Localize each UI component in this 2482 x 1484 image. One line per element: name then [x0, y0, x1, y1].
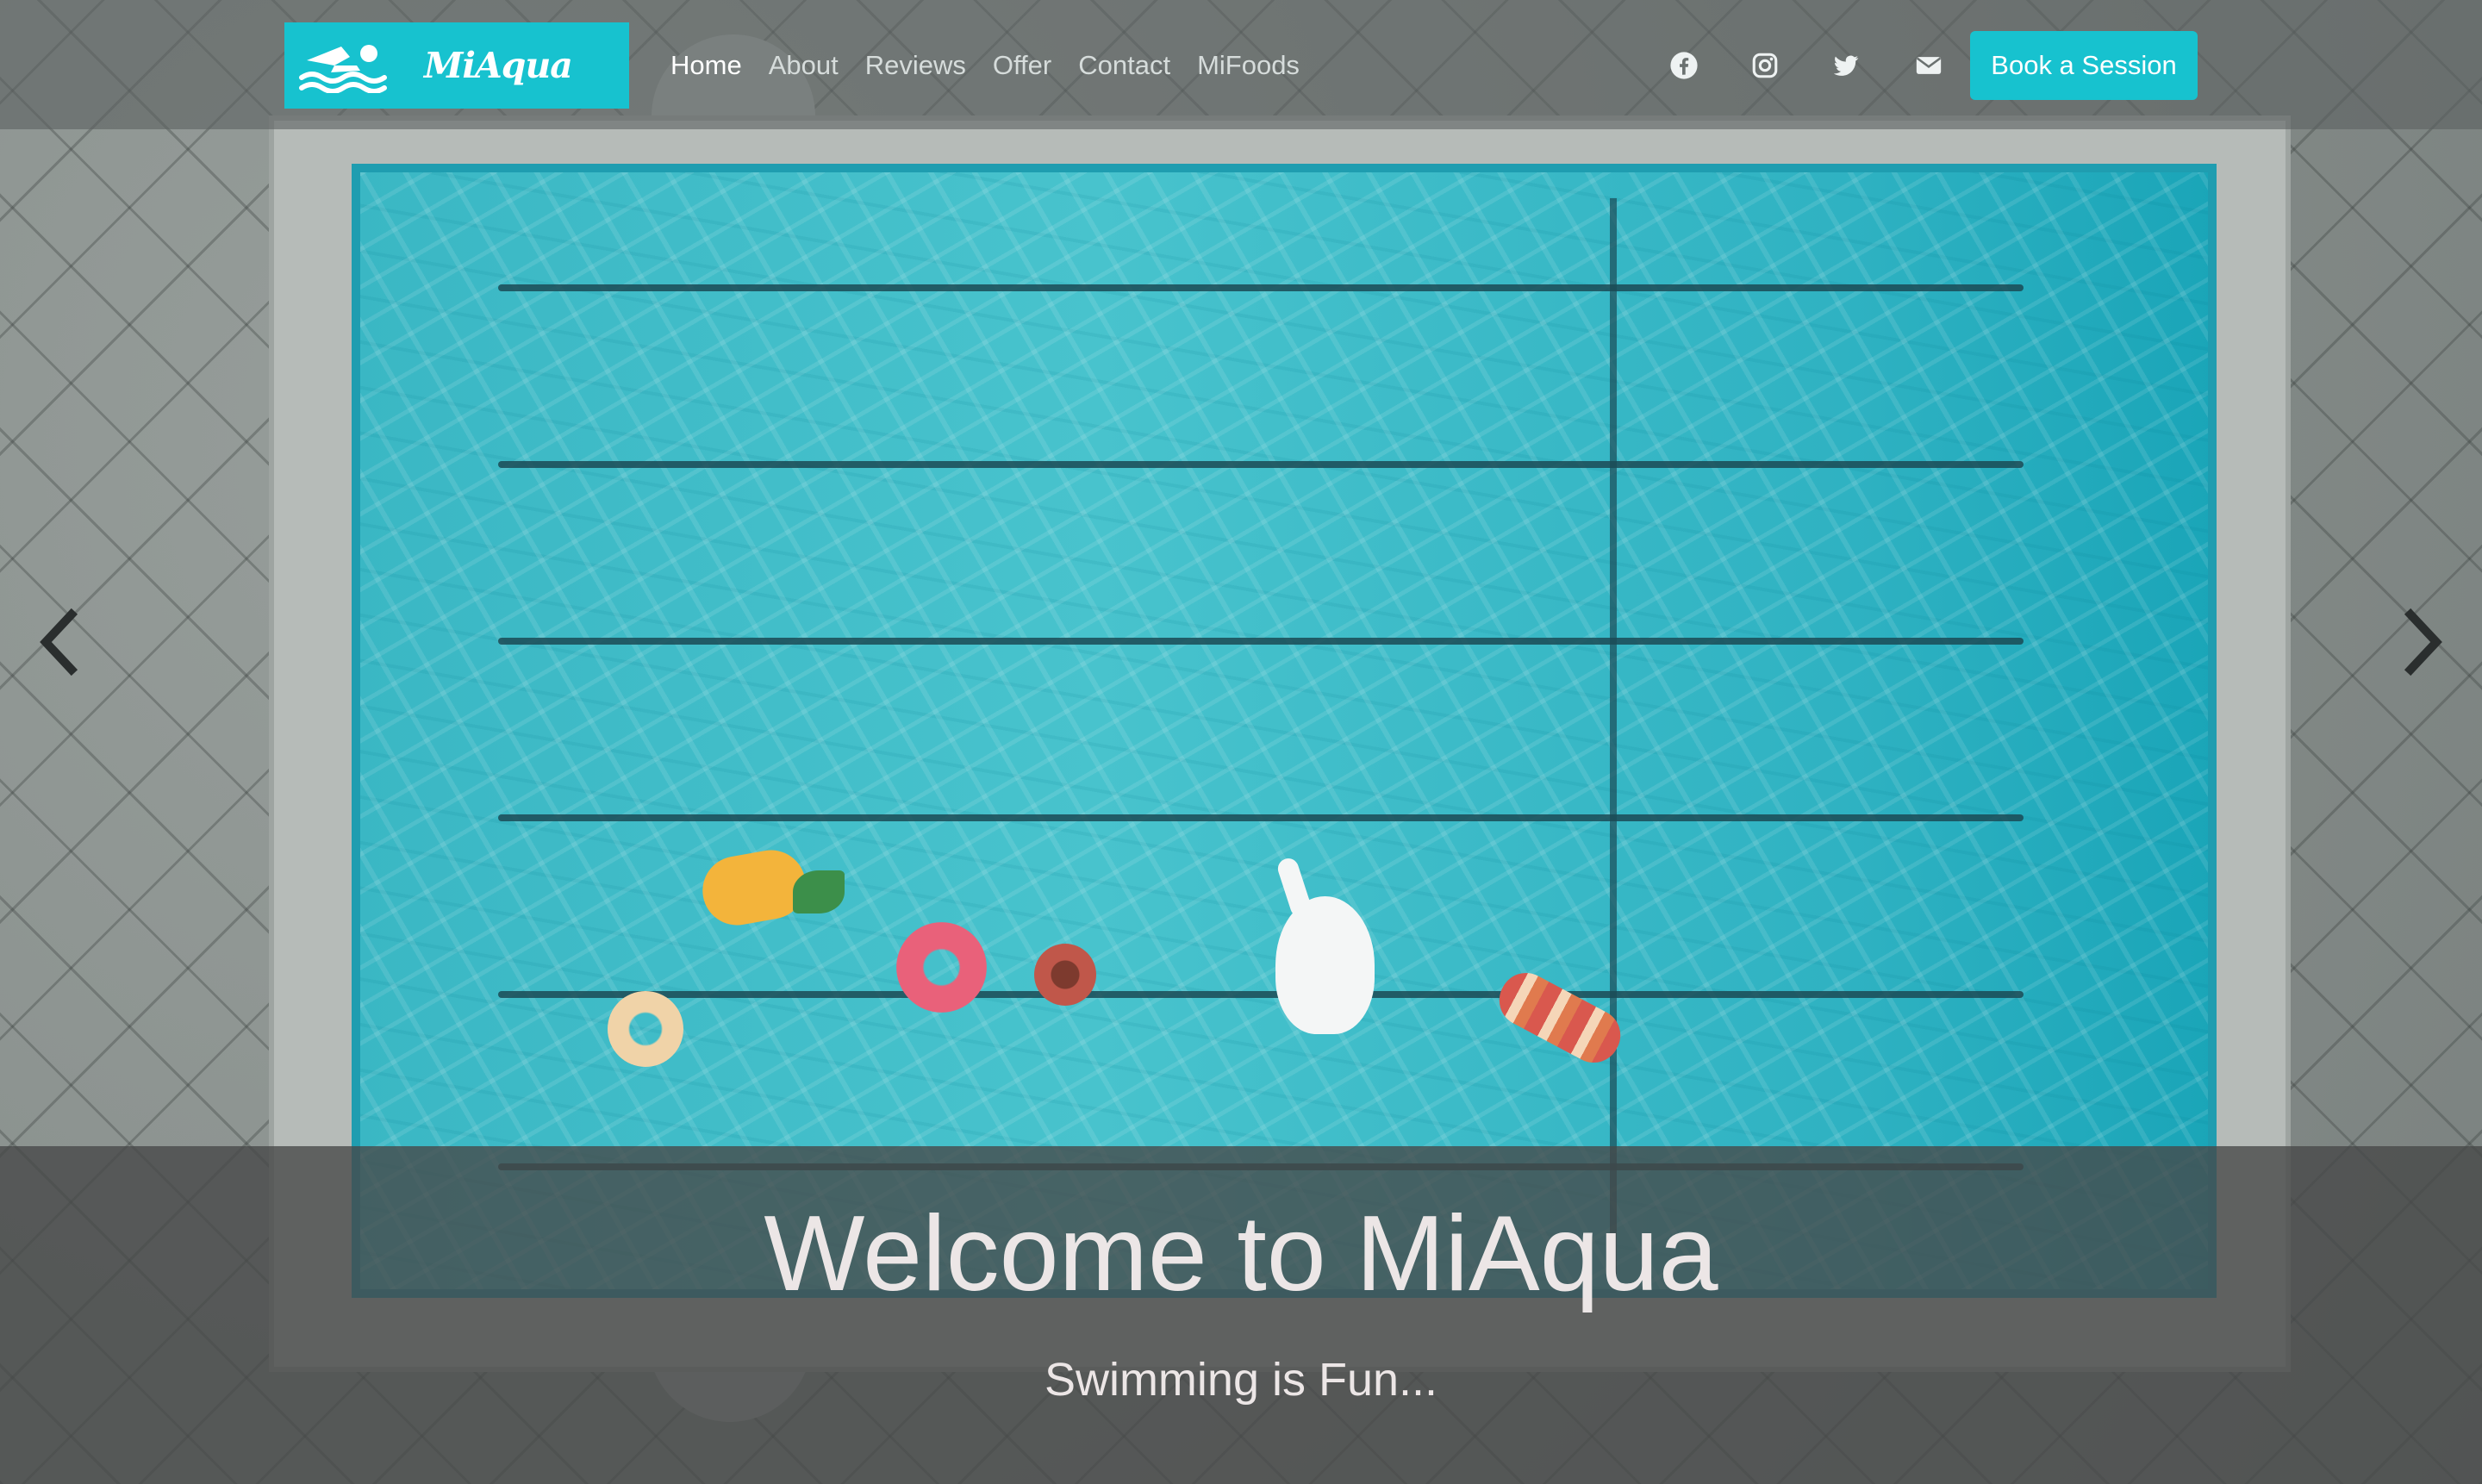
lane-rope	[498, 284, 2024, 291]
hero-subtitle: Swimming is Fun...	[1044, 1354, 1438, 1406]
navbar: MiAqua Home About Reviews Offer Contact …	[0, 0, 2482, 129]
hero-carousel: MiAqua Home About Reviews Offer Contact …	[0, 0, 2482, 1484]
nav-link-offer[interactable]: Offer	[993, 43, 1051, 88]
donut-float	[1034, 944, 1096, 1006]
swimmer-icon	[299, 45, 387, 93]
flamingo-float	[1275, 896, 1375, 1034]
donut-float	[896, 922, 987, 1013]
twitter-icon[interactable]	[1829, 48, 1863, 83]
nav-link-reviews[interactable]: Reviews	[865, 43, 966, 88]
nav-links: Home About Reviews Offer Contact MiFoods	[670, 43, 1300, 88]
pineapple-leaves	[793, 870, 845, 913]
ring-float	[608, 991, 683, 1067]
hero-title: Welcome to MiAqua	[764, 1194, 1718, 1313]
carousel-next-button[interactable]	[2394, 603, 2454, 681]
lane-rope	[498, 814, 2024, 821]
pool-water	[352, 164, 2217, 1298]
brand-logo[interactable]: MiAqua	[284, 22, 629, 109]
facebook-icon[interactable]	[1667, 48, 1701, 83]
hero-caption: Welcome to MiAqua Swimming is Fun...	[0, 1146, 2482, 1484]
carousel-prev-button[interactable]	[28, 603, 88, 681]
envelope-icon[interactable]	[1911, 48, 1946, 83]
nav-link-contact[interactable]: Contact	[1078, 43, 1170, 88]
lane-rope	[498, 638, 2024, 645]
book-session-button[interactable]: Book a Session	[1970, 31, 2198, 100]
nav-link-about[interactable]: About	[769, 43, 839, 88]
lane-rope	[498, 461, 2024, 468]
chevron-left-icon	[40, 608, 78, 677]
nav-link-mifoods[interactable]: MiFoods	[1197, 43, 1300, 88]
chevron-right-icon	[2404, 608, 2442, 677]
lane-marker	[1610, 198, 1617, 1284]
brand-name: MiAqua	[424, 45, 573, 86]
nav-link-home[interactable]: Home	[670, 43, 742, 88]
lane-rope	[498, 991, 2024, 998]
instagram-icon[interactable]	[1748, 48, 1782, 83]
